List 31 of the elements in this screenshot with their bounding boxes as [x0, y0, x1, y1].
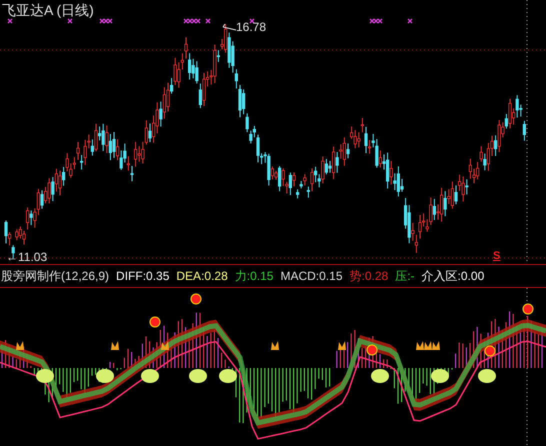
dot-marker — [190, 294, 202, 304]
signal-mark: S — [493, 250, 500, 262]
crown-icon — [16, 341, 24, 350]
dot-marker — [522, 304, 534, 314]
indicator-value: DIFF:0.35 — [116, 269, 170, 283]
indicator-name: 股旁网制作(12,26,9) — [1, 268, 110, 284]
indicator-value: DEA:0.28 — [176, 269, 228, 283]
indicator-value: 压:- — [395, 268, 415, 284]
indicator-value: 力:0.15 — [234, 268, 274, 284]
high-price-label: 16.78 — [236, 20, 266, 34]
low-price-label: ←11.03 — [6, 250, 48, 264]
crown-icon — [271, 341, 279, 350]
oval-marker — [219, 369, 237, 383]
oval-marker — [36, 369, 54, 383]
crown-icon — [111, 341, 119, 350]
oval-marker — [96, 369, 114, 383]
chart-title: 飞亚达A (日线) — [2, 2, 94, 20]
oval-marker — [189, 369, 207, 383]
crown-icon — [338, 341, 346, 350]
dot-marker — [366, 344, 378, 356]
oval-marker — [141, 369, 159, 383]
dot-marker — [484, 346, 496, 356]
oval-marker — [371, 369, 389, 383]
leader-line — [222, 24, 236, 30]
oval-marker — [431, 369, 449, 383]
indicator-value: 介入区:0.00 — [422, 268, 484, 284]
oval-marker — [478, 369, 496, 383]
indicator-value: MACD:0.15 — [280, 269, 342, 283]
dot-marker — [150, 316, 160, 328]
indicator-value: 势:0.28 — [350, 268, 388, 284]
crown-icon — [161, 341, 169, 350]
